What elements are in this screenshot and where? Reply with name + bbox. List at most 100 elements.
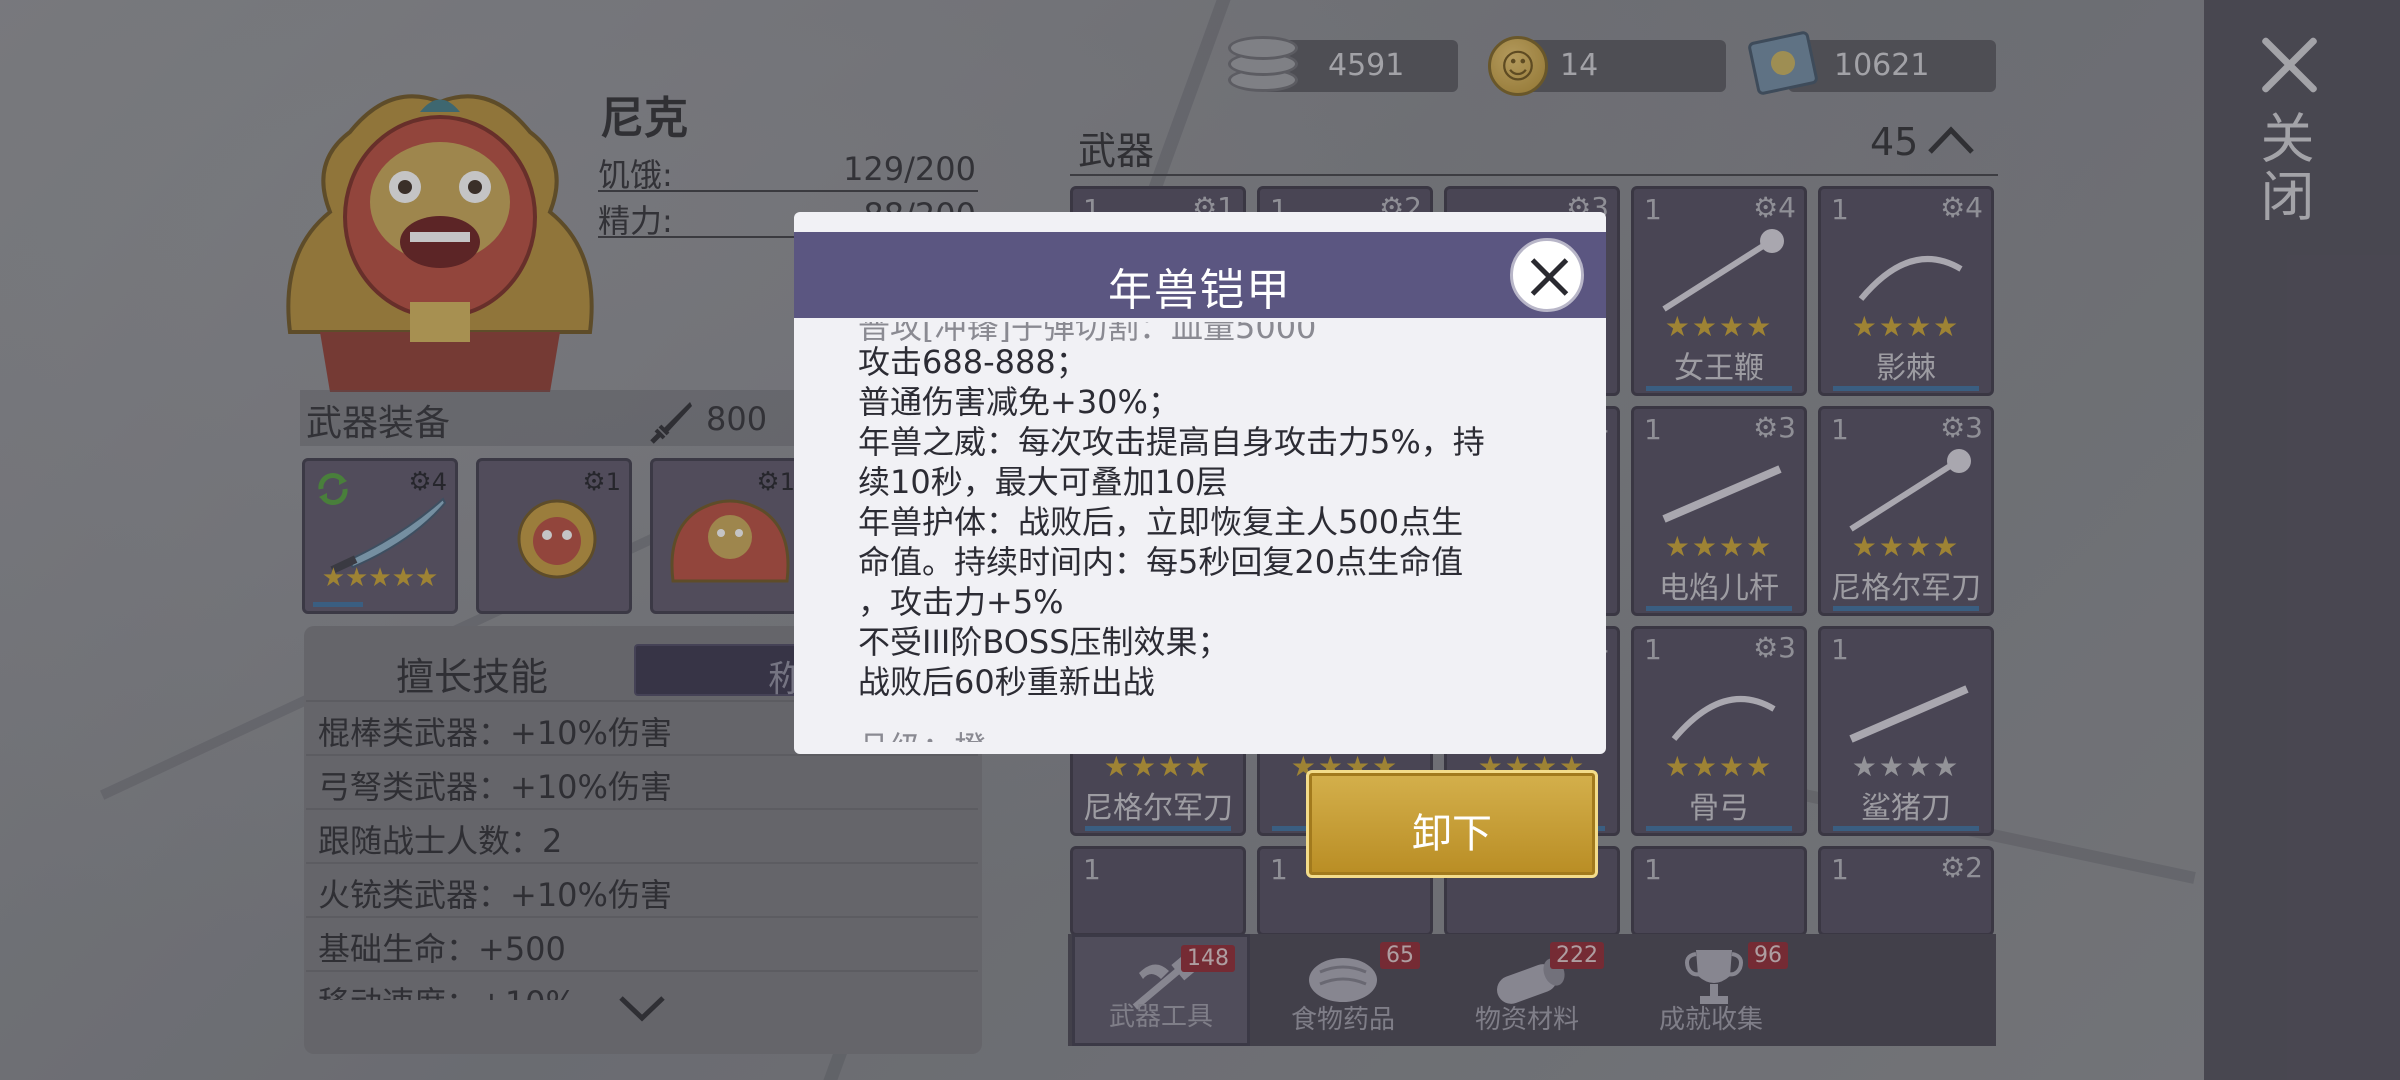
tab-achievements[interactable]: 96 成就收集 [1622, 934, 1800, 1046]
weapon-name: 骨弓 [1689, 791, 1749, 826]
weapon-name: 尼格尔军刀 [1083, 791, 1233, 826]
slot-gear-level: 1 [605, 468, 621, 496]
modal-description[interactable]: 普攻[冲锋]子弹切割：血量5000 攻击688-888； 普通伤害减免+30%；… [858, 322, 1578, 742]
lion-armor-item [670, 499, 790, 583]
description-line: 普攻[冲锋]子弹切割：血量5000 [858, 322, 1317, 342]
weapon-level: 1 [1644, 633, 1662, 666]
unequip-label: 卸下 [1412, 811, 1492, 857]
weapon-cell[interactable]: 1 ⚙3 ★★★★ 电焰儿杆 [1631, 406, 1807, 616]
description-line: 战败后60秒重新出战 [858, 663, 1155, 701]
close-icon[interactable] [2256, 32, 2322, 98]
close-label: 关闭 [2251, 110, 2314, 226]
hunger-stat: 饥饿: 129/200 [598, 148, 978, 194]
weapon-art [1662, 229, 1784, 312]
modal-header: 年兽铠甲 [794, 232, 1606, 318]
tab-food-medicine[interactable]: 65 食物药品 [1254, 934, 1432, 1046]
equipment-title: 武器装备 [306, 403, 451, 444]
hunger-label: 饥饿: [598, 156, 673, 194]
weapons-count: 45 [1870, 120, 1919, 164]
weapon-art [1662, 465, 1782, 523]
equip-slot-armor[interactable]: ⚙1 [650, 458, 806, 614]
weapon-stars: ★★★★ [1851, 530, 1961, 563]
description-line: ，攻击力+5% [858, 583, 1064, 621]
weapon-stars: ★★★★ [1664, 530, 1774, 563]
weapon-cell[interactable]: 1 ⚙3 ★★★★ 尼格尔军刀 [1818, 406, 1994, 616]
equipment-power: 800 [706, 400, 768, 438]
weapon-art [1849, 685, 1969, 743]
weapon-cell[interactable]: 1 ⚙4 ★★★★ 女王鞭 [1631, 186, 1807, 396]
close-panel[interactable]: 关闭 [2204, 0, 2400, 1080]
weapon-progress [1833, 826, 1979, 831]
weapon-progress [1833, 606, 1979, 611]
lion-head-item [517, 499, 597, 579]
description-line: 年兽之威：每次攻击提高自身攻击力5%，持 [858, 423, 1485, 461]
tab-label: 物资材料 [1474, 1005, 1579, 1035]
weapon-level: 1 [1831, 193, 1849, 226]
tab-badge: 96 [1748, 942, 1788, 969]
energy-label: 精力: [598, 202, 673, 240]
character-portrait [286, 94, 594, 392]
skill-row: 基础生命：+500 [306, 916, 978, 968]
weapon-name: 影棘 [1876, 351, 1936, 386]
weapon-level: 1 [1644, 193, 1662, 226]
weapon-cell[interactable]: 1 ⚙2 [1818, 846, 1994, 936]
gear-icon: ⚙4 [1753, 191, 1796, 224]
weapon-stars: ★★★★ [1664, 310, 1774, 343]
ticket-value: 10621 [1834, 48, 1930, 83]
smiley-coin-icon: ☺ [1488, 36, 1548, 96]
weapon-cell[interactable]: 1 [1070, 846, 1246, 936]
tab-badge: 222 [1550, 942, 1604, 969]
tab-label: 武器工具 [1108, 1002, 1213, 1032]
weapon-level: 1 [1644, 853, 1662, 886]
item-detail-modal: 年兽铠甲 普攻[冲锋]子弹切割：血量5000 攻击688-888； 普通伤害减免… [794, 212, 1606, 754]
tab-badge: 65 [1380, 942, 1420, 969]
weapon-name: 电焰儿杆 [1659, 571, 1779, 606]
modal-title: 年兽铠甲 [1108, 265, 1292, 316]
description-line: 命值。持续时间内：每5秒回复20点生命值 [858, 543, 1464, 581]
skill-row: 弓弩类武器：+10%伤害 [306, 754, 978, 806]
weapon-level: 1 [1831, 853, 1849, 886]
weapon-cell[interactable]: 1 ★★★★ 鲨猪刀 [1818, 626, 1994, 836]
weapon-cell[interactable]: 1 [1631, 846, 1807, 936]
unequip-button[interactable]: 卸下 [1306, 770, 1598, 878]
coin-value: 14 [1560, 48, 1599, 83]
weapon-level: 1 [1270, 853, 1288, 886]
silver-coin-stack-icon [1228, 32, 1298, 96]
weapon-name: 尼格尔军刀 [1831, 571, 1981, 606]
weapon-cell[interactable]: 1 ⚙4 ★★★★ 影棘 [1818, 186, 1994, 396]
tab-materials[interactable]: 222 物资材料 [1438, 934, 1616, 1046]
weapon-stars: ★★★★ [1103, 750, 1213, 783]
tab-label: 成就收集 [1658, 1005, 1763, 1035]
tab-skills[interactable]: 擅长技能 [396, 646, 548, 701]
equip-slot-helmet[interactable]: ⚙1 [476, 458, 632, 614]
slot-stars: ★★★★★ [321, 563, 439, 593]
weapon-level: 1 [1083, 853, 1101, 886]
weapon-name: 女王鞭 [1674, 351, 1764, 386]
weapon-art [1858, 256, 1963, 301]
ticket-currency: 10621 [1788, 40, 1996, 92]
skill-row: 跟随战士人数：2 [306, 808, 978, 860]
gear-icon: ⚙3 [1753, 631, 1796, 664]
weapon-cell[interactable]: 1 ⚙3 ★★★★ 骨弓 [1631, 626, 1807, 836]
hunger-value: 129/200 [843, 150, 976, 188]
tab-weapons-tools[interactable]: 148 武器工具 [1072, 934, 1250, 1046]
weapon-level: 1 [1831, 413, 1849, 446]
tab-label: 食物药品 [1290, 1005, 1395, 1035]
description-line: 普通伤害减免+30%； [858, 383, 1180, 421]
chevron-up-icon[interactable] [1926, 124, 1976, 156]
tab-badge: 148 [1181, 945, 1235, 972]
skill-row: 火铳类武器：+10%伤害 [306, 862, 978, 914]
weapon-progress [1833, 386, 1979, 391]
slot-gear-level: 4 [431, 468, 447, 496]
gear-icon: ⚙1 [582, 467, 621, 497]
modal-close-button[interactable] [1510, 238, 1584, 312]
weapon-stars: ★★★★ [1851, 750, 1961, 783]
weapon-art [1671, 696, 1776, 741]
equip-slot-weapon[interactable]: ⚙4 ★★★★★ [302, 458, 458, 614]
character-name: 尼克 [600, 93, 688, 144]
weapons-title: 武器 [1078, 129, 1155, 173]
weapon-name: 鲨猪刀 [1861, 791, 1951, 826]
chevron-down-icon[interactable] [617, 994, 667, 1024]
weapons-divider [1070, 174, 1998, 176]
description-line: 品级：橙 [858, 728, 1578, 742]
